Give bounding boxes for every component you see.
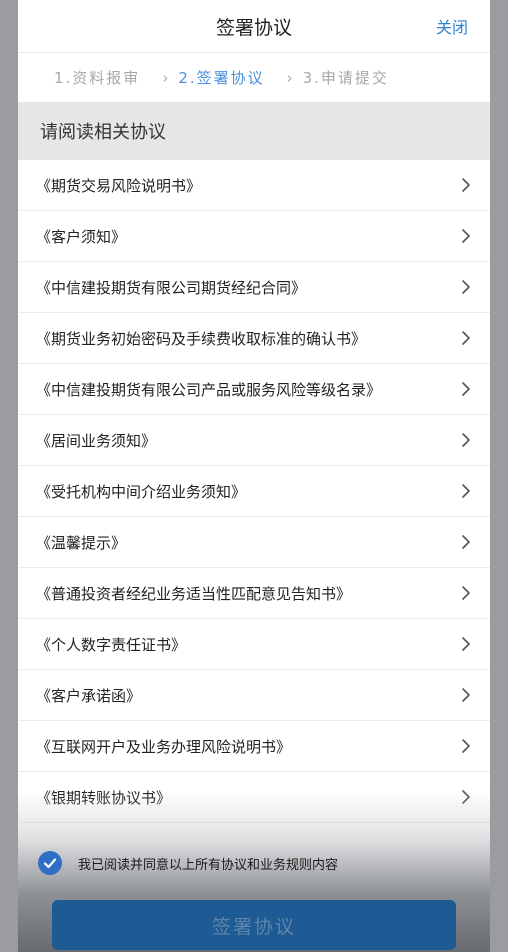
chevron-right-icon — [462, 178, 470, 192]
agreement-item[interactable]: 《普通投资者经纪业务适当性匹配意见告知书》 — [18, 568, 490, 619]
chevron-right-icon — [462, 535, 470, 549]
agreement-title: 《温馨提示》 — [36, 533, 127, 552]
chevron-right-icon: › — [286, 68, 293, 87]
close-button[interactable]: 关闭 — [436, 14, 468, 38]
page-title: 签署协议 — [215, 16, 292, 39]
agreement-item[interactable]: 《受托机构中间介绍业务须知》 — [18, 466, 490, 517]
chevron-right-icon — [462, 739, 470, 753]
chevron-right-icon — [462, 382, 470, 396]
agreement-item[interactable]: 《期货交易风险说明书》 — [18, 160, 490, 211]
chevron-right-icon: › — [162, 68, 169, 87]
agreement-title: 《居间业务须知》 — [36, 431, 157, 450]
agreement-list: 《期货交易风险说明书》 《客户须知》《中信建投期货有限公司期货经纪合同》《期货业务… — [18, 160, 490, 823]
agreement-title: 《期货交易风险说明书》 — [36, 176, 202, 195]
agreement-title: 《期货业务初始密码及手续费收取标准的确认书》 — [36, 329, 367, 348]
agreement-title: 《受托机构中间介绍业务须知》 — [36, 482, 247, 501]
agreement-item[interactable]: 《中信建投期货有限公司期货经纪合同》 — [18, 262, 490, 313]
agree-checkbox-row[interactable]: 我已阅读并同意以上所有协议和业务规则内容 — [38, 848, 338, 878]
step-indicator: 1.资料报审 › 2.签署协议 › 3.申请提交 — [18, 52, 490, 102]
screen: 签署协议 关闭 1.资料报审 › 2.签署协议 › 3.申请提交 请阅读相关协议… — [18, 0, 490, 952]
agreement-title: 《中信建投期货有限公司产品或服务风险等级名录》 — [36, 380, 382, 399]
agreement-title: 《客户须知》 — [36, 227, 127, 246]
agreement-title: 《中信建投期货有限公司期货经纪合同》 — [36, 278, 307, 297]
chevron-right-icon — [462, 280, 470, 294]
agreement-title: 《个人数字责任证书》 — [36, 635, 187, 654]
chevron-right-icon — [462, 229, 470, 243]
agreement-item[interactable]: 《个人数字责任证书》 — [18, 619, 490, 670]
agreement-title: 《客户承诺函》 — [36, 686, 142, 705]
chevron-right-icon — [462, 688, 470, 702]
chevron-right-icon — [462, 586, 470, 600]
agreement-item[interactable]: 《互联网开户及业务办理风险说明书》 — [18, 721, 490, 772]
agreement-title: 《银期转账协议书》 — [36, 788, 172, 807]
checkbox-checked-icon[interactable] — [38, 851, 62, 875]
agreement-item[interactable]: 《客户承诺函》 — [18, 670, 490, 721]
agree-text: 我已阅读并同意以上所有协议和业务规则内容 — [78, 857, 339, 873]
agreement-title: 《普通投资者经纪业务适当性匹配意见告知书》 — [36, 584, 352, 603]
agreement-item[interactable]: 《中信建投期货有限公司产品或服务风险等级名录》 — [18, 364, 490, 415]
agreement-item[interactable]: 《银期转账协议书》 — [18, 772, 490, 823]
chevron-right-icon — [462, 331, 470, 345]
agreement-title: 《互联网开户及业务办理风险说明书》 — [36, 737, 292, 756]
agreement-item[interactable]: 《期货业务初始密码及手续费收取标准的确认书》 — [18, 313, 490, 364]
chevron-right-icon — [462, 484, 470, 498]
step-2: 2.签署协议 — [178, 69, 265, 87]
agreement-item[interactable]: 《客户须知》 — [18, 211, 490, 262]
agreement-item[interactable]: 《居间业务须知》 — [18, 415, 490, 466]
sign-agreement-button[interactable]: 签署协议 — [52, 900, 456, 950]
step-1: 1.资料报审 — [54, 69, 141, 87]
chevron-right-icon — [462, 790, 470, 804]
step-3: 3.申请提交 — [302, 69, 389, 87]
agreement-item[interactable]: 《温馨提示》 — [18, 517, 490, 568]
chevron-right-icon — [462, 637, 470, 651]
section-title: 请阅读相关协议 — [18, 102, 490, 160]
header: 签署协议 关闭 — [18, 0, 490, 52]
chevron-right-icon — [462, 433, 470, 447]
